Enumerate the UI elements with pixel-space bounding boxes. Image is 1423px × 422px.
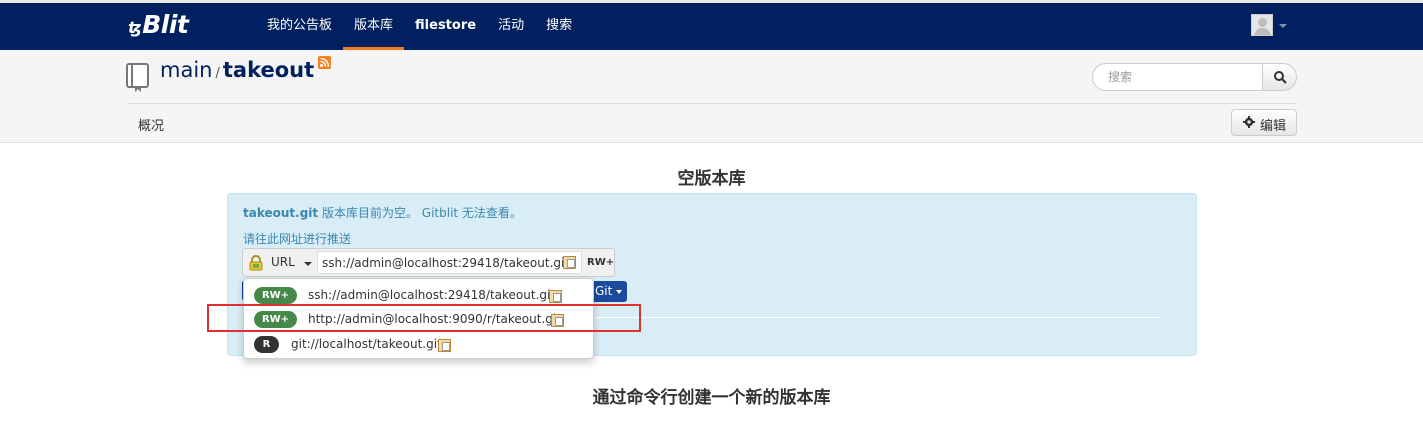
empty-repo-message: takeout.git 版本库目前为空。 Gitblit 无法查看。 xyxy=(243,204,522,221)
repository-search xyxy=(1092,63,1297,91)
gear-icon xyxy=(1243,116,1255,128)
repository-header: main/takeout 概况 编辑 xyxy=(0,50,1423,143)
search-input[interactable] xyxy=(1092,63,1263,91)
repository-book-icon xyxy=(126,63,149,92)
nav-item-search[interactable]: 搜索 xyxy=(535,3,583,50)
search-icon xyxy=(1274,71,1287,84)
path-separator: / xyxy=(215,66,220,81)
top-navbar: ꜩBlit 我的公告板 版本库 filestore 活动 搜索 xyxy=(0,0,1423,50)
nav-item-activity[interactable]: 活动 xyxy=(487,3,535,50)
repository-url-text: ssh://admin@localhost:29418/takeout.git xyxy=(322,256,570,270)
permission-label: RW+ xyxy=(587,257,615,268)
edit-button-label: 编辑 xyxy=(1260,119,1287,134)
main-nav: 我的公告板 版本库 filestore 活动 搜索 xyxy=(256,3,583,50)
repository-name-link[interactable]: takeout xyxy=(223,58,314,82)
copy-url-icon[interactable] xyxy=(438,339,451,352)
repository-title: main / takeout xyxy=(160,56,332,82)
copy-url-icon[interactable] xyxy=(549,290,562,303)
user-menu-caret-icon[interactable] xyxy=(1279,24,1287,28)
create-via-cli-title: 通过命令行创建一个新的版本库 xyxy=(592,388,831,408)
dropdown-url: git://localhost/takeout.git xyxy=(291,337,442,351)
repository-url-field[interactable]: ssh://admin@localhost:29418/takeout.git xyxy=(317,251,582,274)
brand-mark: ꜩ xyxy=(128,18,142,37)
empty-repository-title: 空版本库 xyxy=(677,169,746,189)
edit-button[interactable]: 编辑 xyxy=(1231,109,1297,136)
push-url-label: 请往此网址进行推送 xyxy=(243,232,352,246)
empty-repo-text: 版本库目前为空。 Gitblit 无法查看。 xyxy=(318,206,522,220)
nav-item-filestore[interactable]: filestore xyxy=(404,3,487,50)
gitblit-logo[interactable]: ꜩBlit xyxy=(128,10,189,39)
nav-item-dashboard[interactable]: 我的公告板 xyxy=(256,3,343,50)
git-button-label: Git xyxy=(595,284,613,298)
annotation-highlight-box xyxy=(207,304,641,332)
search-button[interactable] xyxy=(1262,63,1297,91)
tab-summary[interactable]: 概况 xyxy=(138,115,164,134)
repo-filename: takeout.git xyxy=(243,206,319,220)
repository-url-bar: URL ssh://admin@localhost:29418/takeout.… xyxy=(242,248,615,277)
git-caret-icon xyxy=(616,290,622,294)
lock-icon xyxy=(249,255,263,271)
git-clone-button[interactable]: Git xyxy=(592,281,627,302)
permission-badge: RW+ xyxy=(254,287,297,304)
dropdown-item-git[interactable]: R git://localhost/takeout.git xyxy=(244,333,593,357)
rss-feed-icon[interactable] xyxy=(318,56,332,69)
url-type-dropdown[interactable]: URL xyxy=(271,255,295,269)
dropdown-url: ssh://admin@localhost:29418/takeout.git xyxy=(308,288,556,302)
section-divider xyxy=(596,317,1161,318)
user-avatar-icon[interactable] xyxy=(1251,14,1273,36)
url-dropdown-caret-icon[interactable] xyxy=(304,262,312,266)
nav-item-repositories[interactable]: 版本库 xyxy=(343,3,405,50)
copy-url-icon[interactable] xyxy=(563,256,576,269)
permission-badge: R xyxy=(254,336,279,353)
header-divider xyxy=(127,103,1297,104)
project-link[interactable]: main xyxy=(160,58,212,82)
brand-text: Blit xyxy=(142,10,189,39)
